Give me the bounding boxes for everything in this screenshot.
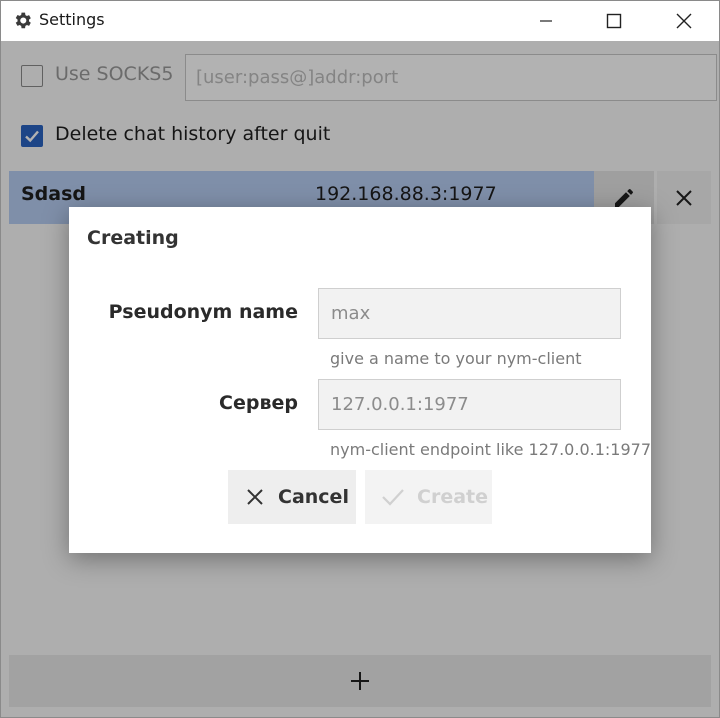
server-label: Сервер xyxy=(219,392,298,414)
cancel-button[interactable]: Cancel xyxy=(228,470,356,524)
pseudonym-name-label: Pseudonym name xyxy=(108,301,298,323)
dialog-title: Creating xyxy=(87,227,179,249)
cancel-button-label: Cancel xyxy=(278,486,349,508)
create-button[interactable]: Create xyxy=(365,470,492,524)
server-endpoint-hint: nym-client endpoint like 127.0.0.1:1977 xyxy=(330,440,651,459)
pseudonym-name-hint: give a name to your nym-client xyxy=(330,349,582,368)
create-pseudonym-dialog: Creating Pseudonym name max give a name … xyxy=(69,207,651,553)
gear-icon xyxy=(15,12,31,29)
close-icon xyxy=(676,13,692,29)
minimize-icon xyxy=(540,20,552,22)
close-window-button[interactable] xyxy=(661,1,707,41)
check-icon xyxy=(382,489,404,506)
server-endpoint-input[interactable]: 127.0.0.1:1977 xyxy=(318,379,621,430)
create-button-label: Create xyxy=(417,486,488,508)
title-bar[interactable]: Settings xyxy=(1,1,719,41)
close-icon xyxy=(247,489,263,505)
pseudonym-name-input[interactable]: max xyxy=(318,288,621,339)
settings-window: Settings Use SOCKS5 [user:pass@]addr:por… xyxy=(0,0,720,718)
maximize-button[interactable] xyxy=(591,1,637,41)
minimize-button[interactable] xyxy=(523,1,569,41)
maximize-icon xyxy=(606,13,622,29)
window-title: Settings xyxy=(39,10,105,29)
